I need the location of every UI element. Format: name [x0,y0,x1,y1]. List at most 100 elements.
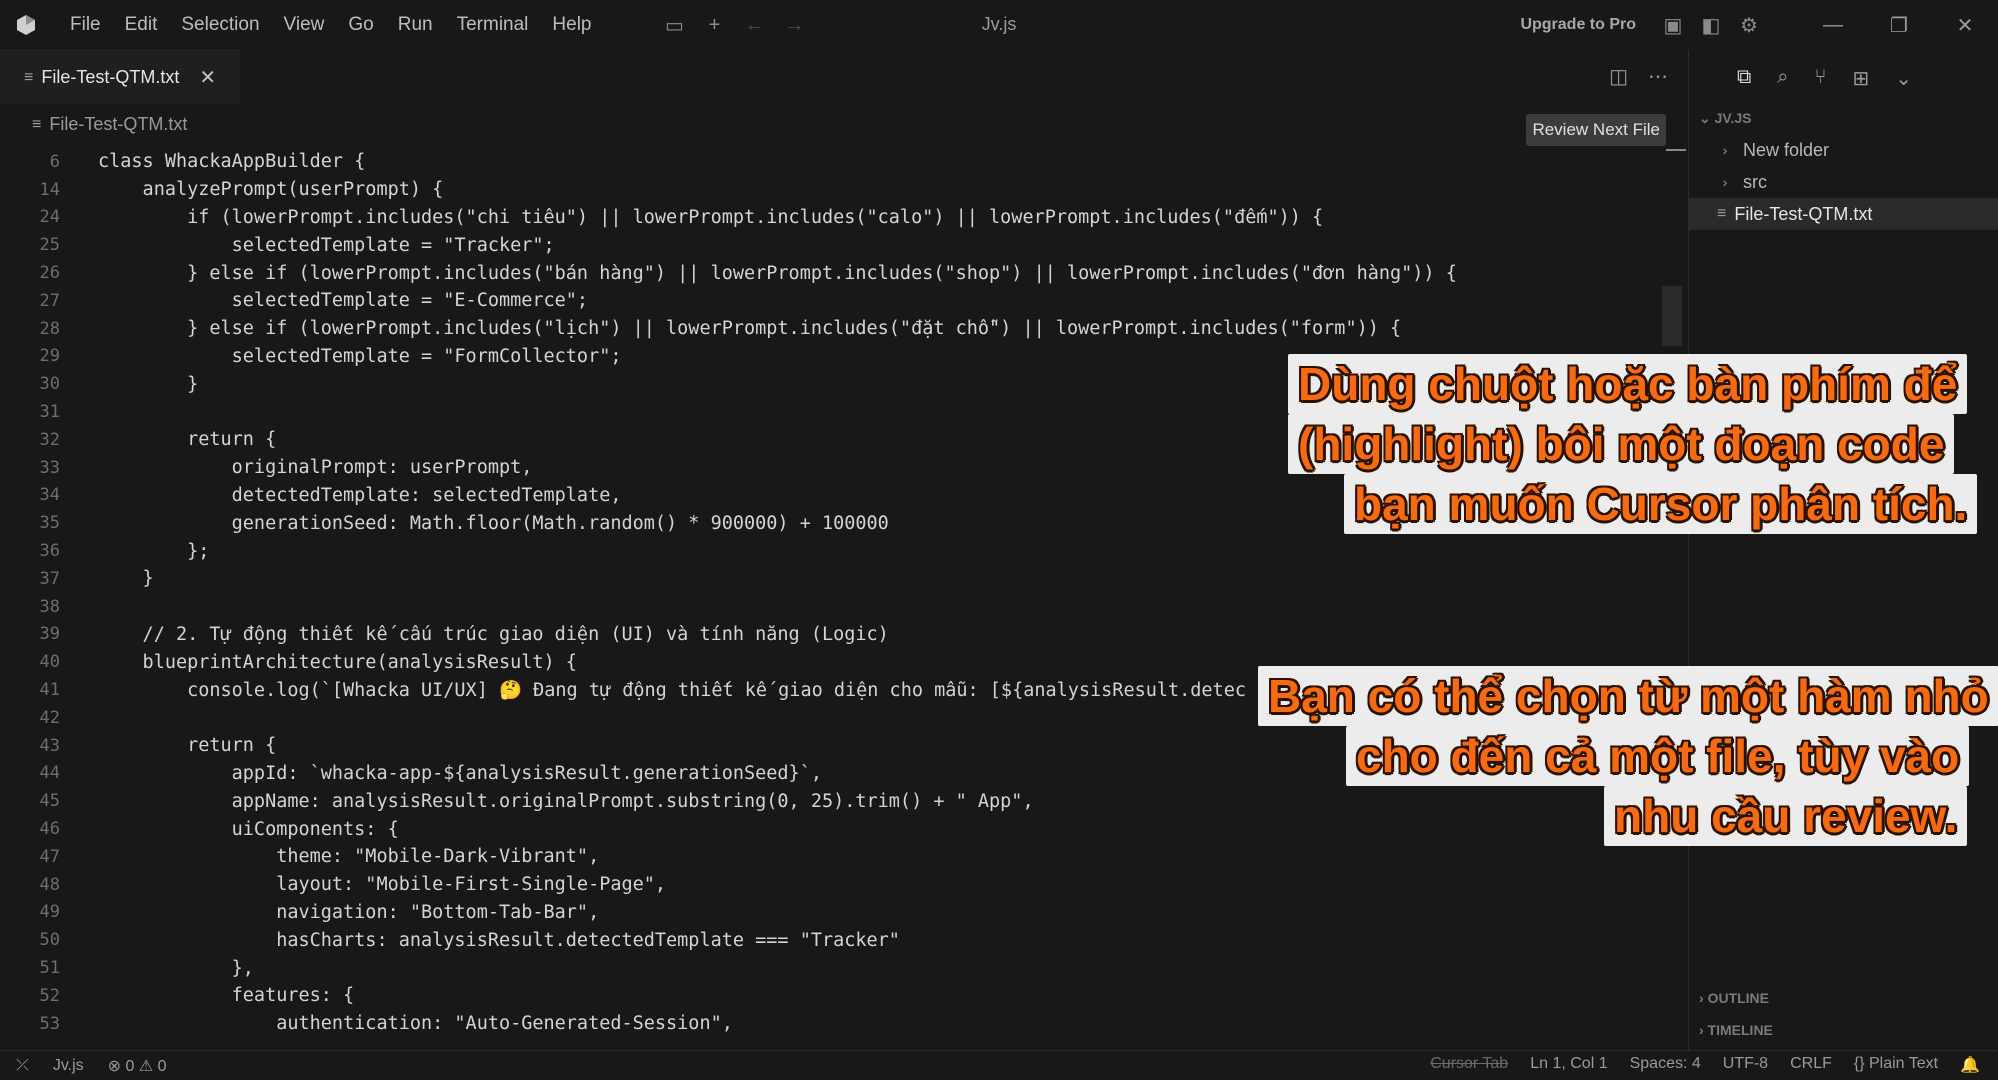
line-text: blueprintArchitecture(analysisResult) { [98,651,577,673]
upgrade-to-pro-link[interactable]: Upgrade to Pro [1520,16,1636,34]
code-line[interactable]: 45 appName: analysisResult.originalPromp… [0,787,1688,815]
code-line[interactable]: 27 selectedTemplate = "E-Commerce"; [0,287,1688,315]
breadcrumb-file[interactable]: File-Test-QTM.txt [49,114,187,135]
menu-run[interactable]: Run [386,14,445,36]
menu-view[interactable]: View [272,14,337,36]
tree-item-src[interactable]: › src [1689,166,1998,198]
workspace-name[interactable]: Jv.js [53,1057,84,1075]
editor-tab-bar: ≡ File-Test-QTM.txt ✕ ◫ ⋯ [0,50,1688,105]
add-icon[interactable]: + [704,14,726,37]
text-file-icon: ≡ [1717,205,1727,222]
caption-line: cho đến cả một file, tùy vào [1346,726,1970,786]
tree-item-label: File-Test-QTM.txt [1734,203,1873,224]
editor-actions: ◫ ⋯ [1609,64,1668,89]
line-number: 53 [39,1013,60,1034]
code-lines: 6 class WhackaAppBuilder {14 analyzePromp… [0,148,1688,1038]
language-mode[interactable]: {} Plain Text [1854,1055,1938,1075]
line-text: return { [98,735,277,757]
notifications-bell-icon[interactable]: 🔔 [1960,1055,1980,1075]
error-icon: ⊗ [107,1058,122,1075]
toggle-panel-icon[interactable]: ▣ [1662,13,1684,38]
chat-icon[interactable]: ▭ [664,13,686,38]
cursor-position[interactable]: Ln 1, Col 1 [1530,1055,1607,1075]
encoding[interactable]: UTF-8 [1723,1055,1768,1075]
cursor-tab-status[interactable]: Cursor Tab [1430,1055,1508,1075]
line-number: 41 [39,680,60,701]
problems-indicator[interactable]: ⊗ 0 ⚠ 0 [108,1056,167,1076]
line-text: selectedTemplate = "E-Commerce"; [98,290,589,312]
sidebar-activity-icons: ⧉ ⌕ ⑂ ⊞ ⌄ [1689,50,1998,91]
caption-line: bạn muốn Cursor phân tích. [1344,474,1978,534]
remote-icon[interactable]: ⤫ [16,1057,29,1075]
code-line[interactable]: 39 // 2. Tự động thiết kế cấu trúc giao … [0,621,1688,649]
menu-help[interactable]: Help [540,14,603,36]
menu-edit[interactable]: Edit [113,14,170,36]
code-line[interactable]: 25 selectedTemplate = "Tracker"; [0,231,1688,259]
menu-terminal[interactable]: Terminal [445,14,541,36]
timeline-label: TIMELINE [1707,1022,1773,1038]
source-control-icon[interactable]: ⑂ [1814,66,1826,91]
chevron-right-icon: › [1699,1022,1708,1038]
line-number: 28 [39,318,60,339]
indentation[interactable]: Spaces: 4 [1630,1055,1701,1075]
code-line[interactable]: 52 features: { [0,982,1688,1010]
close-window-icon[interactable]: ✕ [1932,13,1998,38]
line-text: hasCharts: analysisResult.detectedTempla… [98,929,900,951]
forward-arrow-icon[interactable]: → [784,14,806,37]
tree-item-label: New folder [1743,139,1830,160]
line-text: selectedTemplate = "Tracker"; [98,234,555,256]
timeline-section[interactable]: › TIMELINE [1699,1022,1773,1038]
line-number: 32 [39,429,60,450]
code-line[interactable]: 48 layout: "Mobile-First-Single-Page", [0,871,1688,899]
extensions-icon[interactable]: ⊞ [1852,66,1869,91]
line-number: 34 [39,485,60,506]
menu-go[interactable]: Go [336,14,385,36]
code-line[interactable]: 47 theme: "Mobile-Dark-Vibrant", [0,843,1688,871]
code-line[interactable]: 38 [0,593,1688,621]
text-file-icon: ≡ [24,68,34,86]
search-icon[interactable]: ⌕ [1777,66,1788,91]
review-next-file-button[interactable]: Review Next File [1526,114,1666,146]
line-number: 35 [39,513,60,534]
code-line[interactable]: 49 navigation: "Bottom-Tab-Bar", [0,899,1688,927]
code-line[interactable]: 26 } else if (lowerPrompt.includes("bán … [0,259,1688,287]
line-text: theme: "Mobile-Dark-Vibrant", [98,846,600,868]
code-line[interactable]: 50 hasCharts: analysisResult.detectedTem… [0,926,1688,954]
tree-item-new-folder[interactable]: › New folder [1689,134,1998,166]
line-ending[interactable]: CRLF [1790,1055,1832,1075]
toggle-sidebar-icon[interactable]: ◧ [1700,13,1722,38]
restore-icon[interactable]: ❐ [1866,13,1932,38]
back-arrow-icon[interactable]: ← [744,14,766,37]
line-number: 33 [39,457,60,478]
code-editor[interactable]: ≡ File-Test-QTM.txt Review Next File 6 cl… [0,104,1688,1050]
code-line[interactable]: 14 analyzePrompt(userPrompt) { [0,176,1688,204]
settings-gear-icon[interactable]: ⚙ [1738,13,1760,38]
line-text: generationSeed: Math.floor(Math.random()… [98,512,889,534]
code-line[interactable]: 46 uiComponents: { [0,815,1688,843]
line-text: detectedTemplate: selectedTemplate, [98,484,622,506]
line-number: 26 [39,263,60,284]
explorer-files-icon[interactable]: ⧉ [1737,66,1751,91]
menu-file[interactable]: File [58,14,113,36]
line-number: 46 [39,819,60,840]
code-line[interactable]: 36 }; [0,537,1688,565]
tree-item-file-test-qtm[interactable]: ≡ File-Test-QTM.txt [1689,198,1998,230]
code-line[interactable]: 53 authentication: "Auto-Generated-Sessi… [0,1010,1688,1038]
code-line[interactable]: 37 } [0,565,1688,593]
chevron-down-icon[interactable]: ⌄ [1895,66,1912,91]
code-line[interactable]: 6 class WhackaAppBuilder { [0,148,1688,176]
close-tab-icon[interactable]: ✕ [199,65,216,90]
more-actions-icon[interactable]: ⋯ [1648,64,1668,89]
line-text: }, [98,957,254,979]
minimize-icon[interactable]: — [1800,14,1866,37]
code-line[interactable]: 24 if (lowerPrompt.includes("chi tiêu") … [0,204,1688,232]
split-editor-icon[interactable]: ◫ [1609,64,1628,89]
chevron-right-icon: › [1722,174,1728,190]
code-line[interactable]: 28 } else if (lowerPrompt.includes("lịch… [0,315,1688,343]
menu-selection[interactable]: Selection [169,14,271,36]
line-number: 47 [39,846,60,867]
explorer-root[interactable]: ⌄ JV.JS [1699,110,1751,127]
outline-section[interactable]: › OUTLINE [1699,990,1769,1006]
code-line[interactable]: 51 }, [0,954,1688,982]
tab-file-test-qtm[interactable]: ≡ File-Test-QTM.txt ✕ [0,50,240,104]
